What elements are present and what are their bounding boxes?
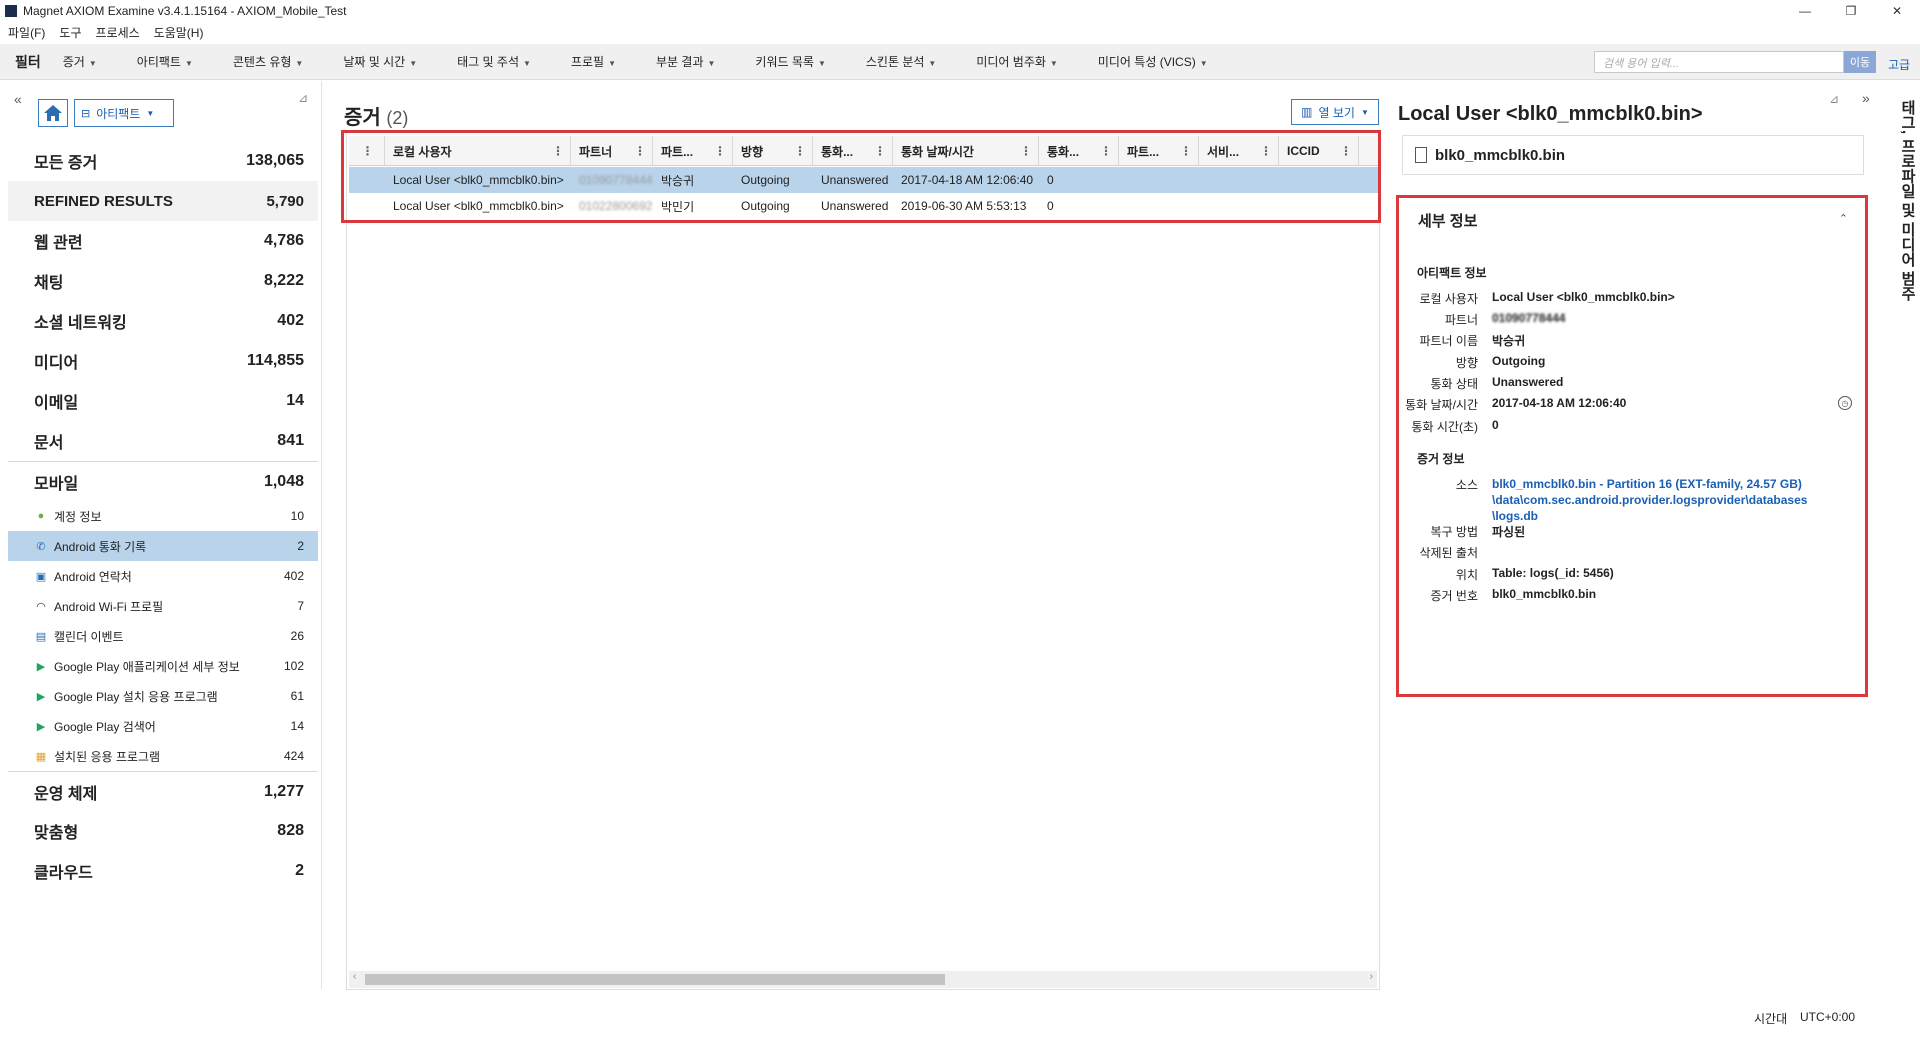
menu-process[interactable]: 프로세스 [96,24,140,41]
category-all-evidence[interactable]: 모든 증거 138,065 [8,141,318,181]
chevron-down-icon: ▼ [817,59,826,68]
columns-icon: ▥ [1301,105,1313,119]
minimize-button[interactable]: — [1782,0,1828,22]
menu-tools[interactable]: 도구 [59,24,81,41]
contacts-icon: ▣ [35,570,47,583]
category-web[interactable]: 웹 관련 4,786 [8,221,318,261]
scroll-right-icon[interactable]: › [1370,971,1373,982]
app-logo-icon [5,5,17,17]
chevron-down-icon: ▼ [295,59,304,68]
category-social[interactable]: 소셜 네트워킹 402 [8,301,318,341]
filter-media-category-dropdown[interactable]: 미디어 범주화 ▼ [976,53,1058,70]
chevron-down-icon: ▼ [707,59,716,68]
play-icon: ▶ [36,720,46,733]
status-bar: 시간대 UTC+0:00 [0,1000,1920,1040]
sub-item-google-play-search[interactable]: ▶ Google Play 검색어 14 [8,711,318,741]
menu-file[interactable]: 파일(F) [8,24,45,41]
pin-icon[interactable]: ⊿ [1829,92,1839,106]
apps-icon: ▦ [35,750,47,763]
chevron-down-icon: ▼ [146,108,155,118]
tree-icon: ⊟ [81,107,91,120]
column-view-button[interactable]: ▥ 열 보기 ▼ [1291,99,1379,125]
sub-item-google-play-installed[interactable]: ▶ Google Play 설치 응용 프로그램 61 [8,681,318,711]
sub-item-installed-apps[interactable]: ▦ 설치된 응용 프로그램 424 [8,741,318,771]
sub-item-account[interactable]: ● 계정 정보 10 [8,501,318,531]
chevron-down-icon: ▼ [1199,59,1208,68]
sub-item-android-contacts[interactable]: ▣ Android 연락처 402 [8,561,318,591]
category-refined-results[interactable]: REFINED RESULTS 5,790 [8,181,318,221]
file-icon [1415,147,1427,163]
filter-skintone-dropdown[interactable]: 스킨톤 분석 ▼ [866,53,936,70]
pin-icon[interactable]: ⊿ [298,91,308,105]
scroll-left-icon[interactable]: ‹ [353,971,356,982]
home-icon [44,105,62,121]
advanced-link[interactable]: 고급 [1888,56,1910,73]
filter-tags-dropdown[interactable]: 태그 및 주석 ▼ [457,53,531,70]
search-go-button[interactable]: 이동 [1844,51,1876,73]
sub-item-google-play-details[interactable]: ▶ Google Play 애플리케이션 세부 정보 102 [8,651,318,681]
left-panel: « ⊟ 아티팩트 ▼ ⊿ 모든 증거 138,065 REFINED RESULT… [0,81,322,989]
filter-partial-results-dropdown[interactable]: 부분 결과 ▼ [656,53,715,70]
evidence-title: 증거 (2) [344,107,409,129]
maximize-button[interactable]: ❐ [1828,0,1874,22]
play-icon: ▶ [36,690,46,703]
close-button[interactable]: ✕ [1874,0,1920,22]
search-input[interactable]: 검색 용어 입력... [1594,51,1844,73]
window-controls: — ❐ ✕ [1782,0,1920,22]
filter-content-type-dropdown[interactable]: 콘텐츠 유형 ▼ [233,53,303,70]
sub-item-calendar[interactable]: ▤ 캘린더 이벤트 26 [8,621,318,651]
chevron-down-icon: ▼ [184,59,193,68]
chevron-down-icon: ▼ [88,59,97,68]
tags-profiles-media-tab[interactable]: 태그, 프로파일 및 미디어 범주 [1888,100,1918,340]
category-email[interactable]: 이메일 14 [8,381,318,421]
category-media[interactable]: 미디어 114,855 [8,341,318,381]
scrollbar-thumb[interactable] [365,974,945,985]
filter-artifact-dropdown[interactable]: 아티팩트 ▼ [137,53,193,70]
horizontal-scrollbar[interactable]: ‹ › [349,971,1377,988]
filter-label: 필터 [15,53,41,70]
window-title: Magnet AXIOM Examine v3.4.1.15164 - AXIO… [23,4,347,18]
home-button[interactable] [38,99,68,127]
timezone-label: 시간대 [1754,1012,1788,1026]
play-icon: ▶ [36,660,46,673]
filter-bar: 필터 증거 ▼ 아티팩트 ▼ 콘텐츠 유형 ▼ 날짜 및 시간 ▼ 태그 및 주석 ▼ 프… [0,44,1920,80]
category-list: 모든 증거 138,065 REFINED RESULTS 5,790 웹 관련 4,… [8,141,318,891]
filter-keyword-list-dropdown[interactable]: 키워드 목록 ▼ [755,53,825,70]
menu-bar: 파일(F) 도구 프로세스 도움말(H) [0,22,1920,42]
collapse-left-icon[interactable]: « [14,91,22,107]
chevron-down-icon: ▼ [1360,107,1369,117]
chevron-down-icon: ▼ [608,59,616,68]
evidence-count: (2) [386,108,409,128]
view-type-dropdown[interactable]: ⊟ 아티팩트 ▼ [74,99,174,127]
chevron-down-icon: ▼ [1049,59,1058,68]
sub-item-android-wifi[interactable]: ◠ Android Wi-Fi 프로필 7 [8,591,318,621]
chevron-down-icon: ▼ [928,59,937,68]
sub-item-android-call-log[interactable]: ✆ Android 통화 기록 2 [8,531,318,561]
chevron-down-icon: ▼ [409,59,418,68]
category-cloud[interactable]: 클라우드 2 [8,851,318,891]
evidence-grid-panel [346,132,1380,990]
filter-profile-dropdown[interactable]: 프로필 ▼ [571,53,616,70]
phone-icon: ✆ [36,540,46,553]
category-mobile[interactable]: 모바일 1,048 [8,461,318,501]
user-icon: ● [37,510,45,522]
expand-right-icon[interactable]: » [1862,90,1870,106]
details-highlight-box [1396,195,1868,697]
filter-evidence-dropdown[interactable]: 증거 ▼ [63,53,97,70]
title-bar: Magnet AXIOM Examine v3.4.1.15164 - AXIO… [0,0,1920,22]
category-custom[interactable]: 맞춤형 828 [8,811,318,851]
timezone-value[interactable]: UTC+0:00 [1800,1010,1855,1024]
menu-help[interactable]: 도움말(H) [154,24,204,41]
calendar-icon: ▤ [35,630,47,643]
detail-title: Local User <blk0_mmcblk0.bin> [1398,103,1703,125]
wifi-icon: ◠ [36,600,46,613]
file-name-bar: blk0_mmcblk0.bin [1402,135,1864,175]
grid-highlight-box [341,130,1381,223]
category-documents[interactable]: 문서 841 [8,421,318,461]
filter-vics-dropdown[interactable]: 미디어 특성 (VICS) ▼ [1098,53,1208,70]
category-os[interactable]: 운영 체제 1,277 [8,771,318,811]
chevron-down-icon: ▼ [523,59,531,68]
category-chat[interactable]: 채팅 8,222 [8,261,318,301]
filter-datetime-dropdown[interactable]: 날짜 및 시간 ▼ [343,53,417,70]
